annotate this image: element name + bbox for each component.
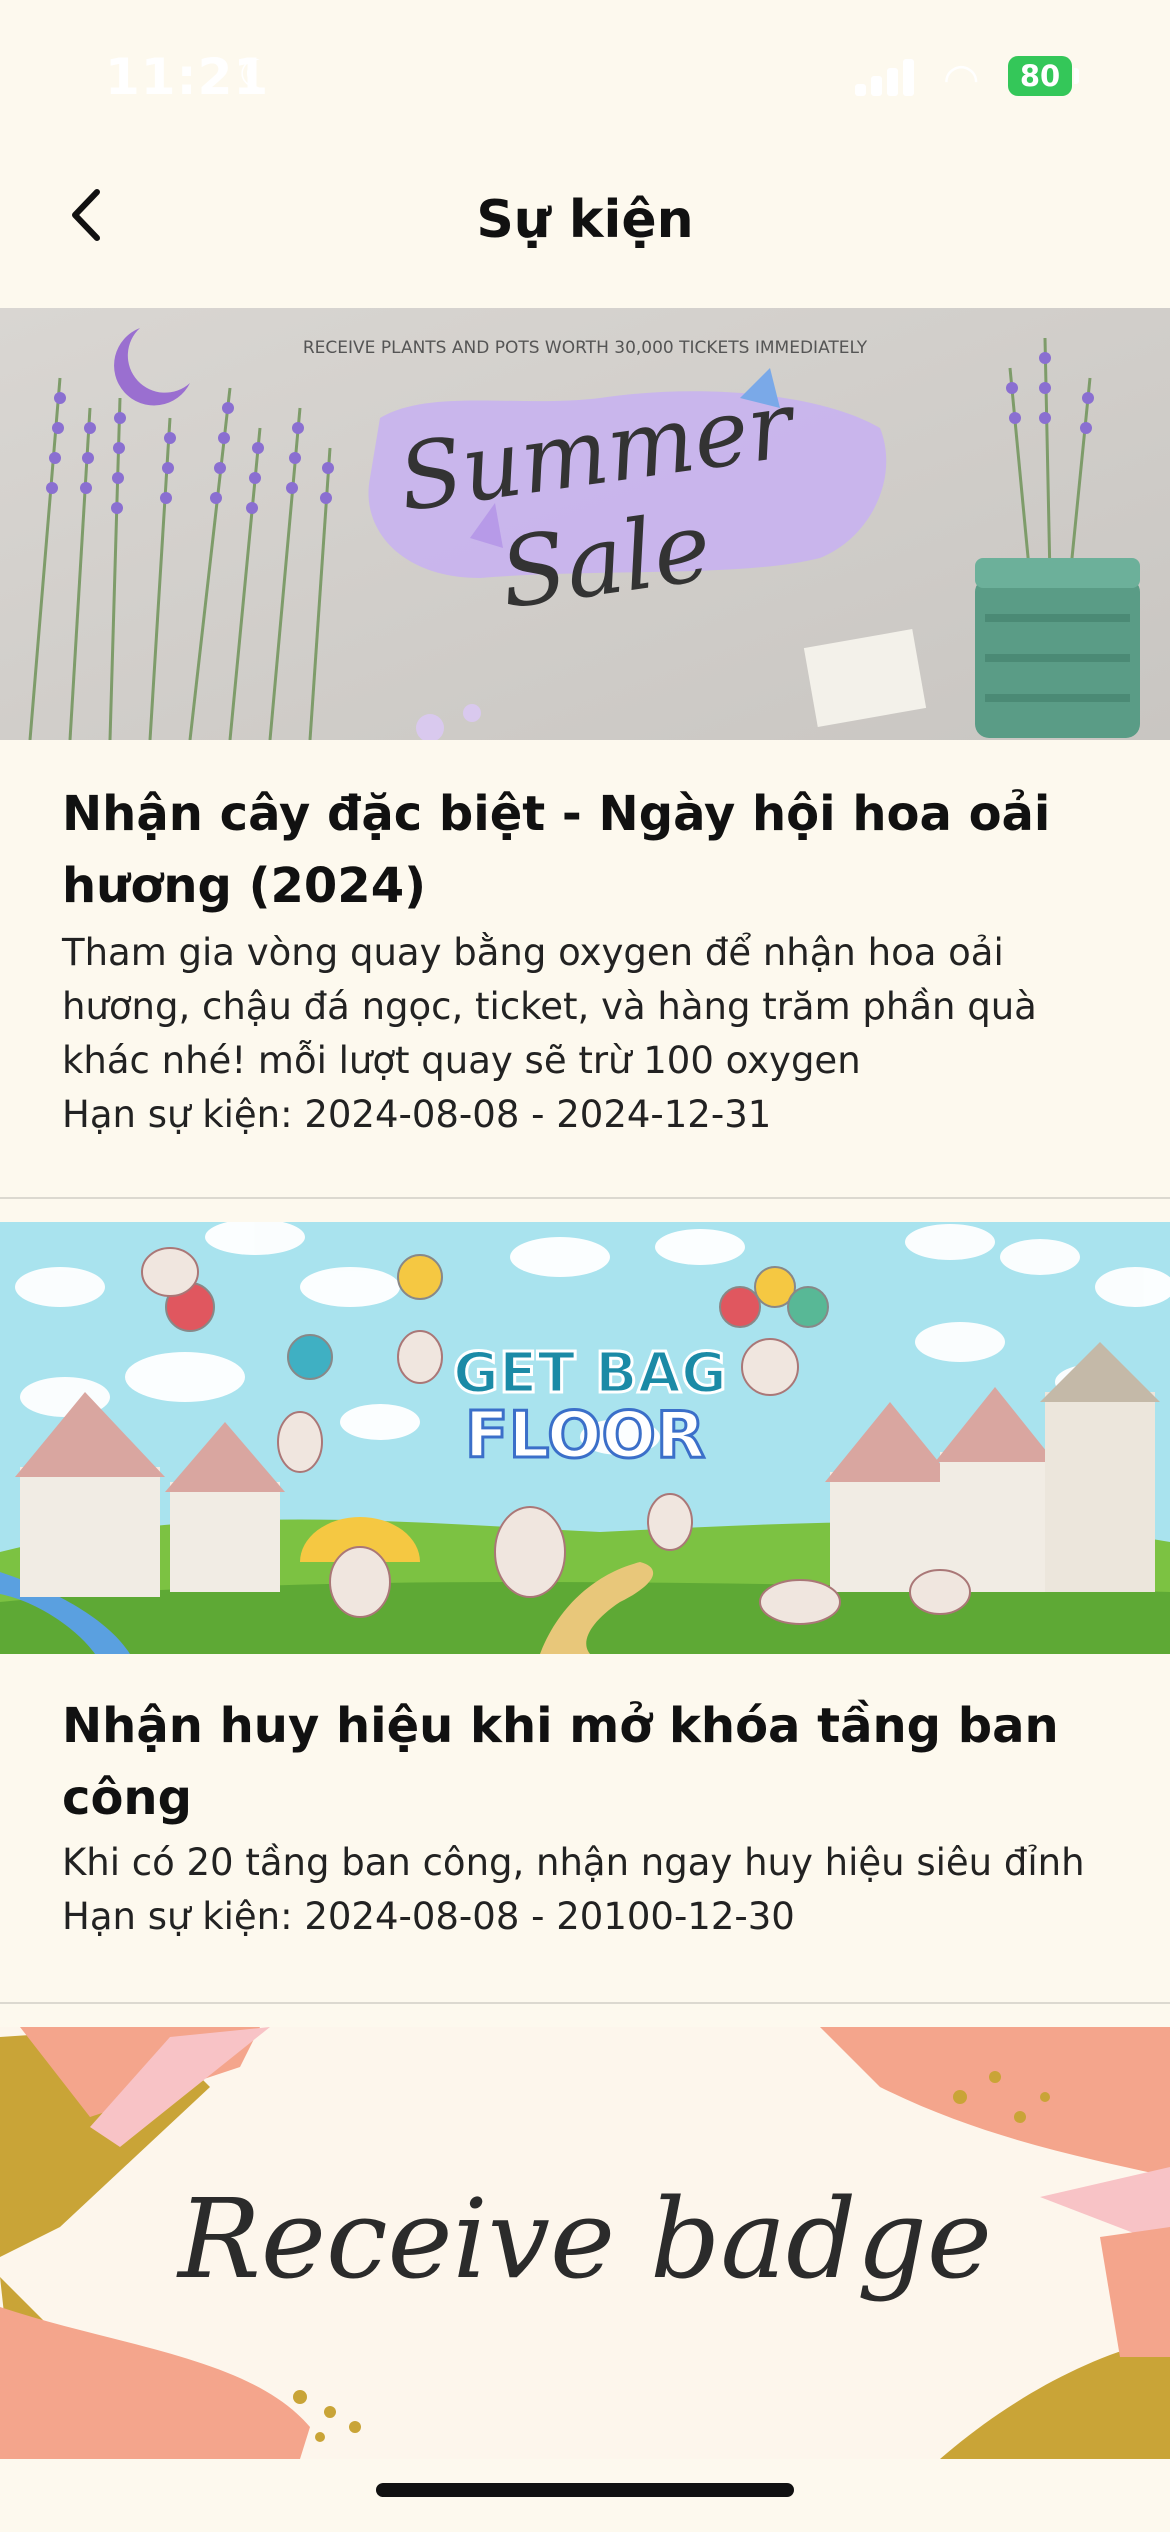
battery-icon: 80 [1008, 56, 1072, 96]
event-card-receive-badge[interactable]: Receive badge [0, 2027, 1170, 2459]
event-title[interactable]: Nhận huy hiệu khi mở khóa tầng ban công [62, 1690, 1112, 1834]
divider [0, 1197, 1170, 1199]
divider [0, 2002, 1170, 2004]
receive-badge-banner-art: Receive badge [0, 2027, 1170, 2459]
banner-receive-badge-text: Receive badge [176, 2175, 992, 2303]
page-title: Sự kiện [476, 190, 694, 250]
battery-level: 80 [1019, 59, 1061, 93]
event-banner-summer-sale[interactable]: RECEIVE PLANTS AND POTS WORTH 30,000 TIC… [0, 308, 1170, 740]
moon-icon: ☾ [238, 52, 274, 98]
summer-sale-banner-art: RECEIVE PLANTS AND POTS WORTH 30,000 TIC… [0, 308, 1170, 740]
event-banner-get-bag-floor[interactable]: GET BAG FLOOR [0, 1222, 1170, 1654]
event-card-lavender[interactable]: RECEIVE PLANTS AND POTS WORTH 30,000 TIC… [0, 308, 1170, 1198]
banner-floor-text: FLOOR [465, 1399, 705, 1473]
event-date: Hạn sự kiện: 2024-08-08 - 20100-12-30 [62, 1895, 795, 1938]
wifi-icon: ◠ [943, 54, 980, 103]
signal-icon [855, 58, 917, 96]
event-date: Hạn sự kiện: 2024-08-08 - 2024-12-31 [62, 1093, 772, 1136]
get-bag-floor-banner-art: GET BAG FLOOR [0, 1222, 1170, 1654]
banner-get-bag-text: GET BAG [453, 1341, 727, 1406]
event-description: Tham gia vòng quay bằng oxygen để nhận h… [62, 931, 1037, 1082]
battery-tip [1074, 68, 1079, 84]
event-description: Khi có 20 tầng ban công, nhận ngay huy h… [62, 1841, 1085, 1884]
nav-header: Sự kiện [0, 150, 1170, 308]
event-card-balcony[interactable]: GET BAG FLOOR Nhận huy hiệu khi mở khóa … [0, 1222, 1170, 1998]
home-indicator[interactable] [376, 2483, 794, 2497]
status-bar: 11:21 ☾ ◠ 80 [0, 0, 1170, 150]
banner-caption: RECEIVE PLANTS AND POTS WORTH 30,000 TIC… [303, 338, 868, 358]
event-banner-receive-badge[interactable]: Receive badge [0, 2027, 1170, 2459]
event-title[interactable]: Nhận cây đặc biệt - Ngày hội hoa oải hươ… [62, 778, 1112, 922]
